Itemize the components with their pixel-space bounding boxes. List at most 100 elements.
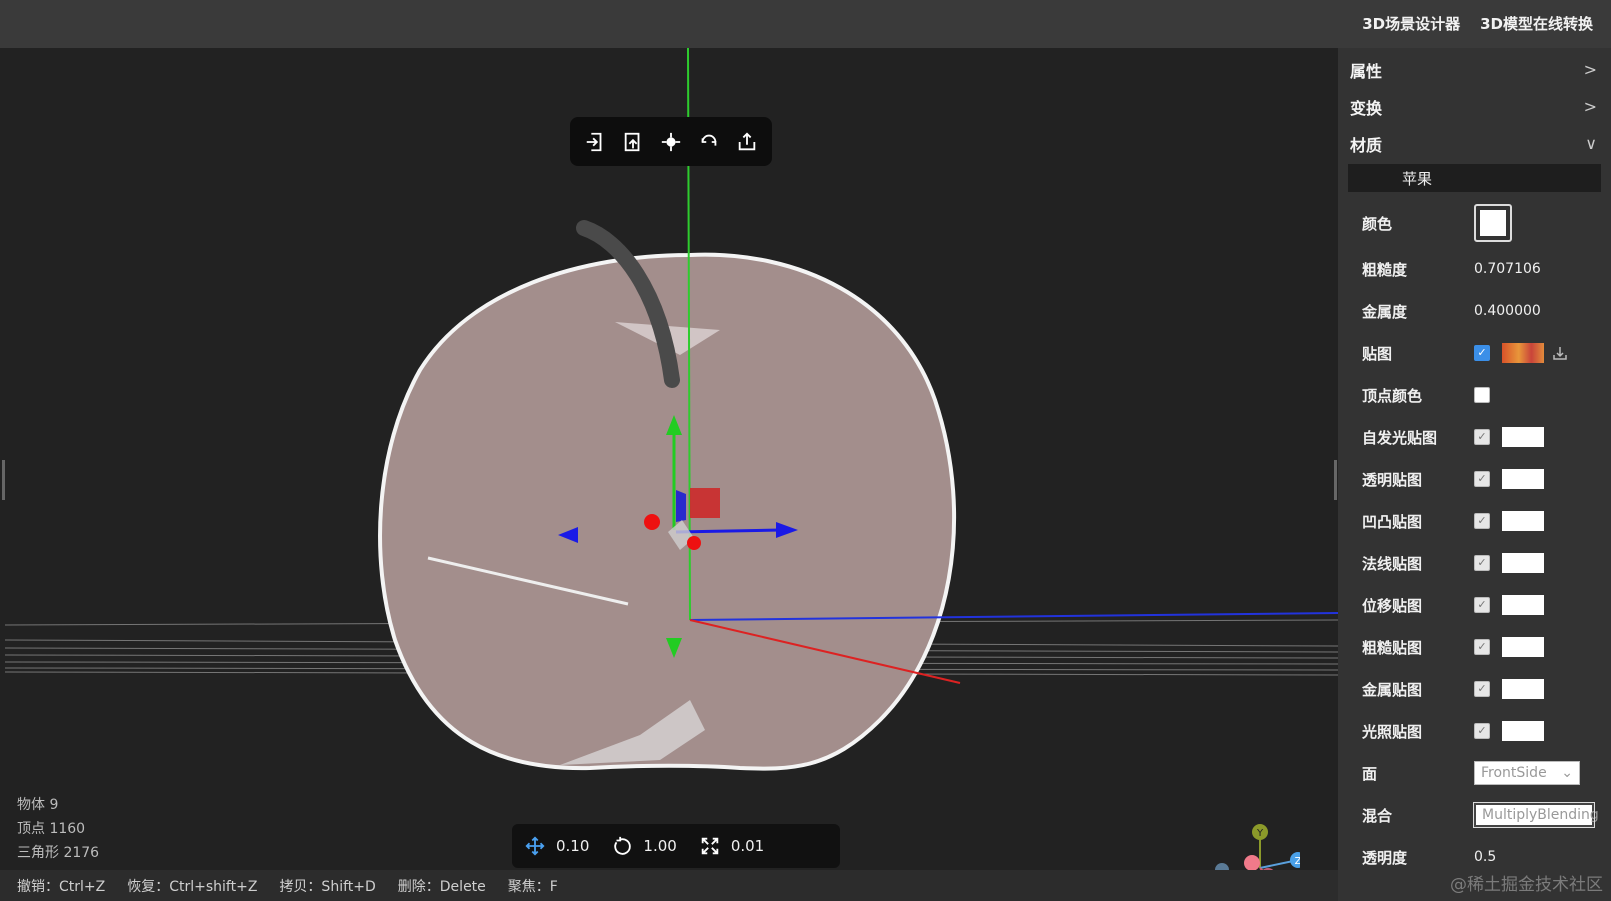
map-item-thumb[interactable] — [1502, 427, 1544, 447]
svg-text:Z: Z — [1295, 856, 1300, 867]
map-item: 位移贴图 ✓ — [1338, 584, 1611, 626]
blending-row: 混合 MultiplyBlending — [1338, 794, 1611, 836]
chevron-right-icon: > — [1583, 97, 1597, 116]
left-resize-handle[interactable] — [2, 460, 5, 500]
map-item-label: 粗糙贴图 — [1362, 638, 1423, 657]
color-picker[interactable] — [1474, 204, 1512, 242]
watermark: @稀土掘金技术社区 — [1450, 875, 1603, 895]
download-icon[interactable] — [1552, 345, 1568, 361]
3d-viewport[interactable]: 物体 9 顶点 1160 三角形 2176 Y Z X — [0, 48, 1338, 901]
map-item-checkbox[interactable]: ✓ — [1474, 555, 1490, 571]
blending-select[interactable]: MultiplyBlending — [1473, 802, 1599, 828]
shortcut-redo: 恢复：Ctrl+shift+Z — [127, 878, 258, 895]
scale-icon — [701, 837, 719, 855]
color-row: 颜色 — [1338, 198, 1611, 248]
top-nav: 3D场景设计器 3D模型在线转换 — [1362, 13, 1593, 34]
svg-text:Y: Y — [1256, 828, 1264, 839]
reset-icon[interactable] — [695, 128, 723, 156]
shortcut-undo: 撤销：Ctrl+Z — [17, 878, 106, 895]
shortcut-hints: 撤销：Ctrl+Z 恢复：Ctrl+shift+Z 拷贝：Shift+D 删除：… — [0, 870, 1355, 901]
map-item-thumb[interactable] — [1502, 595, 1544, 615]
map-texture-thumb[interactable] — [1502, 343, 1544, 363]
import-icon[interactable] — [581, 128, 609, 156]
translate-snap[interactable]: 0.10 — [524, 835, 589, 857]
map-item: 凹凸贴图 ✓ — [1338, 500, 1611, 542]
top-bar: 3D场景设计器 3D模型在线转换 — [0, 0, 1611, 48]
map-item-thumb[interactable] — [1502, 511, 1544, 531]
map-item-thumb[interactable] — [1502, 679, 1544, 699]
map-item: 自发光贴图 ✓ — [1338, 416, 1611, 458]
map-row: 贴图 ✓ — [1338, 332, 1611, 374]
map-item-checkbox[interactable]: ✓ — [1474, 471, 1490, 487]
center-icon[interactable] — [657, 128, 685, 156]
rotate-snap-value[interactable]: 1.00 — [643, 837, 676, 855]
map-item-label: 透明贴图 — [1362, 470, 1423, 489]
vertex-count: 顶点 1160 — [17, 821, 86, 837]
map-item: 法线贴图 ✓ — [1338, 542, 1611, 584]
opacity-input[interactable]: 0.5 — [1474, 849, 1496, 865]
map-item-thumb[interactable] — [1502, 469, 1544, 489]
nav-model-converter[interactable]: 3D模型在线转换 — [1480, 13, 1593, 34]
map-item-checkbox[interactable]: ✓ — [1474, 639, 1490, 655]
roughness-label: 粗糙度 — [1362, 260, 1408, 279]
section-transform[interactable]: 变换 > — [1338, 88, 1611, 125]
move-icon — [525, 836, 545, 856]
section-material[interactable]: 材质 ∨ — [1338, 125, 1611, 162]
map-item: 粗糙贴图 ✓ — [1338, 626, 1611, 668]
roughness-input[interactable]: 0.707106 — [1474, 261, 1541, 277]
shortcut-focus: 聚焦：F — [507, 878, 558, 895]
section-properties[interactable]: 属性 > — [1338, 51, 1611, 88]
map-item-label: 光照贴图 — [1362, 722, 1423, 741]
shortcut-copy: 拷贝：Shift+D — [279, 878, 376, 895]
map-item-checkbox[interactable]: ✓ — [1474, 723, 1490, 739]
rotate-snap[interactable]: 1.00 — [611, 835, 677, 857]
map-list: 自发光贴图 ✓ 透明贴图 ✓ 凹凸贴图 ✓ 法线贴图 ✓ 位移贴图 ✓ 粗糙贴图… — [1338, 416, 1611, 752]
side-row: 面 FrontSide ⌄ — [1338, 752, 1611, 794]
map-item-checkbox[interactable]: ✓ — [1474, 429, 1490, 445]
map-item-label: 位移贴图 — [1362, 596, 1423, 615]
blending-label: 混合 — [1362, 806, 1393, 825]
inspector-panel: 属性 > 变换 > 材质 ∨ 苹果 颜色 粗糙度 0.707106 金属度 0.… — [1338, 48, 1611, 901]
triangle-count: 三角形 2176 — [17, 845, 100, 861]
map-item-thumb[interactable] — [1502, 553, 1544, 573]
blending-select-value: MultiplyBlending — [1482, 807, 1599, 823]
map-item: 透明贴图 ✓ — [1338, 458, 1611, 500]
snap-settings-bar: 0.10 1.00 0.01 — [512, 824, 840, 868]
map-item-thumb[interactable] — [1502, 637, 1544, 657]
side-label: 面 — [1362, 764, 1378, 783]
apple-model — [378, 220, 957, 771]
vertex-color-checkbox[interactable] — [1474, 387, 1490, 403]
map-item-label: 凹凸贴图 — [1362, 512, 1423, 531]
map-item-label: 自发光贴图 — [1362, 428, 1438, 447]
scale-snap-value[interactable]: 0.01 — [731, 837, 764, 855]
translate-snap-value[interactable]: 0.10 — [556, 837, 589, 855]
shortcut-delete: 删除：Delete — [397, 878, 486, 895]
metalness-input[interactable]: 0.400000 — [1474, 303, 1541, 319]
map-checkbox[interactable]: ✓ — [1474, 345, 1490, 361]
section-properties-label: 属性 — [1350, 61, 1383, 81]
color-label: 颜色 — [1362, 214, 1393, 233]
map-item: 光照贴图 ✓ — [1338, 710, 1611, 752]
metalness-label: 金属度 — [1362, 302, 1408, 321]
nav-scene-designer[interactable]: 3D场景设计器 — [1362, 13, 1460, 34]
section-material-label: 材质 — [1350, 135, 1383, 155]
material-name[interactable]: 苹果 — [1348, 164, 1601, 192]
side-select[interactable]: FrontSide ⌄ — [1474, 761, 1580, 785]
map-label: 贴图 — [1362, 344, 1393, 363]
import-model-icon[interactable] — [619, 128, 647, 156]
export-icon[interactable] — [733, 128, 761, 156]
map-item-checkbox[interactable]: ✓ — [1474, 597, 1490, 613]
chevron-down-icon: ∨ — [1585, 134, 1597, 153]
scale-snap[interactable]: 0.01 — [699, 835, 764, 857]
map-item-checkbox[interactable]: ✓ — [1474, 681, 1490, 697]
chevron-right-icon: > — [1583, 60, 1597, 79]
section-transform-label: 变换 — [1350, 98, 1383, 118]
map-item-checkbox[interactable]: ✓ — [1474, 513, 1490, 529]
right-resize-handle[interactable] — [1334, 460, 1337, 500]
map-item-thumb[interactable] — [1502, 721, 1544, 741]
opacity-label: 透明度 — [1362, 848, 1408, 867]
scene-canvas[interactable] — [0, 48, 1338, 901]
roughness-row: 粗糙度 0.707106 — [1338, 248, 1611, 290]
scene-stats: 物体 9 顶点 1160 三角形 2176 — [17, 793, 99, 865]
chevron-down-icon: ⌄ — [1561, 765, 1573, 781]
